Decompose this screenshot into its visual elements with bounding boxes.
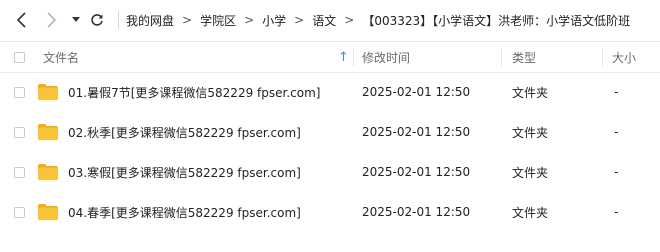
row-checkbox[interactable] bbox=[14, 166, 25, 178]
column-header-modified-label: 修改时间 bbox=[362, 50, 411, 65]
row-checkbox[interactable] bbox=[14, 86, 25, 98]
file-modified-time: 2025-02-01 12:50 bbox=[362, 85, 471, 99]
table-row[interactable]: 02.秋季[更多课程微信582229 fpser.com] 2025-02-01… bbox=[0, 112, 660, 152]
row-checkbox[interactable] bbox=[14, 206, 25, 218]
file-modified-time: 2025-02-01 12:50 bbox=[362, 125, 471, 139]
caret-down-icon bbox=[72, 17, 80, 22]
file-name[interactable]: 03.寒假[更多课程微信582229 fpser.com] bbox=[68, 152, 301, 192]
table-row[interactable]: 01.暑假7节[更多课程微信582229 fpser.com] 2025-02-… bbox=[0, 72, 660, 112]
column-header-type-label: 类型 bbox=[512, 50, 537, 65]
column-header-type[interactable]: 类型 bbox=[512, 42, 536, 72]
file-size: - bbox=[614, 85, 619, 99]
file-name[interactable]: 02.秋季[更多课程微信582229 fpser.com] bbox=[68, 112, 301, 152]
file-size: - bbox=[614, 165, 619, 179]
breadcrumb-item-primary[interactable]: 小学 bbox=[258, 12, 290, 29]
breadcrumb-item-academy[interactable]: 学院区 bbox=[196, 12, 240, 29]
breadcrumb-item-current-folder[interactable]: 【003323】【小学语文】洪老师：小学语文低阶班 bbox=[358, 12, 634, 29]
back-button[interactable] bbox=[13, 0, 31, 40]
file-name[interactable]: 04.春季[更多课程微信582229 fpser.com] bbox=[68, 192, 301, 232]
checkbox[interactable] bbox=[14, 51, 25, 63]
table-row[interactable]: 04.春季[更多课程微信582229 fpser.com] 2025-02-01… bbox=[0, 192, 660, 232]
refresh-button[interactable] bbox=[88, 0, 106, 40]
column-header-size-label: 大小 bbox=[612, 50, 637, 65]
column-header-name-label: 文件名 bbox=[43, 50, 80, 65]
sort-arrow-icon[interactable]: ↑ bbox=[338, 42, 349, 72]
column-header-modified[interactable]: 修改时间 bbox=[362, 42, 410, 72]
breadcrumb-separator: > bbox=[182, 13, 193, 27]
column-divider[interactable] bbox=[353, 48, 354, 66]
navigation-toolbar: 我的网盘 > 学院区 > 小学 > 语文 > 【003323】【小学语文】洪老师… bbox=[0, 0, 660, 40]
toolbar-divider bbox=[118, 11, 119, 29]
folder-icon bbox=[38, 164, 58, 180]
select-all-checkbox[interactable] bbox=[14, 42, 25, 72]
breadcrumb-separator: > bbox=[244, 13, 255, 27]
breadcrumb-separator: > bbox=[344, 13, 355, 27]
file-modified-time: 2025-02-01 12:50 bbox=[362, 165, 471, 179]
column-divider[interactable] bbox=[501, 48, 502, 66]
file-list-header: 文件名 ↑ 修改时间 类型 大小 bbox=[0, 41, 660, 73]
column-divider[interactable] bbox=[602, 48, 603, 66]
file-type: 文件夹 bbox=[512, 125, 549, 140]
breadcrumb-item-my-drive[interactable]: 我的网盘 bbox=[122, 12, 178, 29]
sort-indicator: ↑ bbox=[338, 49, 349, 65]
file-type: 文件夹 bbox=[512, 85, 549, 100]
column-header-size[interactable]: 大小 bbox=[612, 42, 636, 72]
refresh-icon bbox=[91, 14, 103, 26]
chevron-right-icon bbox=[47, 12, 57, 28]
folder-icon bbox=[38, 84, 58, 100]
history-dropdown-button[interactable] bbox=[70, 0, 82, 40]
file-type: 文件夹 bbox=[512, 165, 549, 180]
file-size: - bbox=[614, 125, 619, 139]
breadcrumb-item-chinese[interactable]: 语文 bbox=[308, 12, 340, 29]
forward-button[interactable] bbox=[42, 0, 60, 40]
chevron-left-icon bbox=[16, 12, 26, 28]
file-type: 文件夹 bbox=[512, 205, 549, 220]
folder-icon bbox=[38, 204, 58, 220]
file-modified-time: 2025-02-01 12:50 bbox=[362, 205, 471, 219]
file-size: - bbox=[614, 205, 619, 219]
breadcrumb: 我的网盘 > 学院区 > 小学 > 语文 > 【003323】【小学语文】洪老师… bbox=[122, 0, 634, 40]
row-checkbox[interactable] bbox=[14, 126, 25, 138]
breadcrumb-separator: > bbox=[294, 13, 305, 27]
column-header-name[interactable]: 文件名 bbox=[43, 42, 79, 72]
table-row[interactable]: 03.寒假[更多课程微信582229 fpser.com] 2025-02-01… bbox=[0, 152, 660, 192]
folder-icon bbox=[38, 124, 58, 140]
file-name[interactable]: 01.暑假7节[更多课程微信582229 fpser.com] bbox=[68, 72, 320, 112]
